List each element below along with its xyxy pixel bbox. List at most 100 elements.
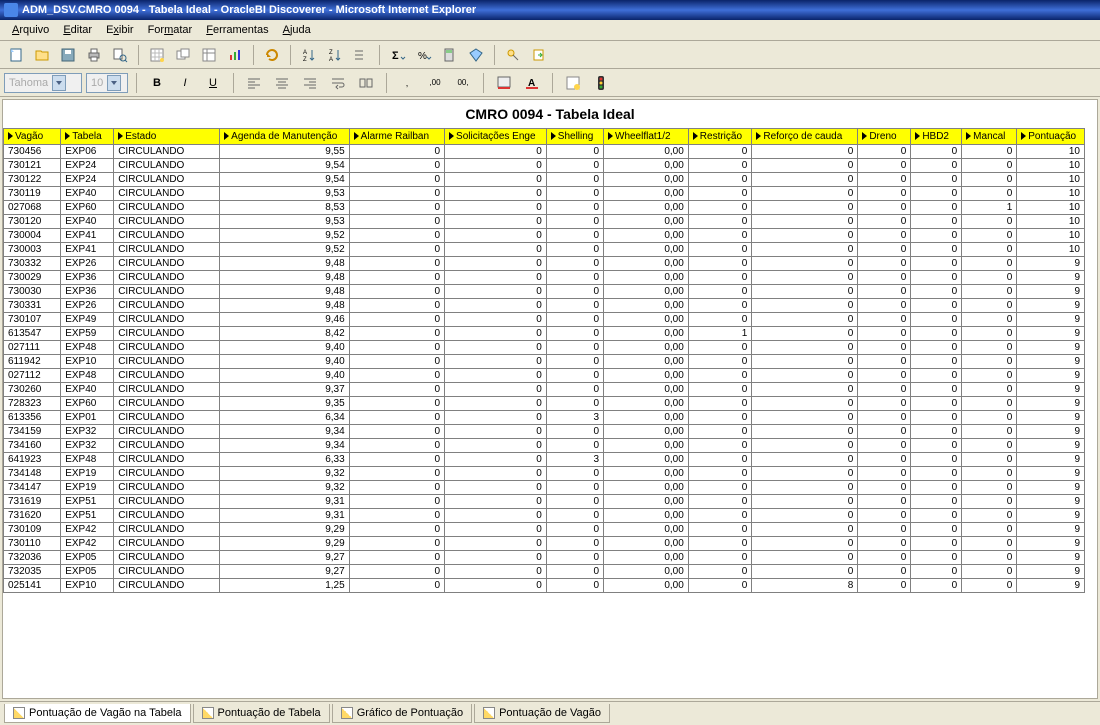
table-cell[interactable]: 0 xyxy=(962,355,1017,369)
table-cell[interactable]: 0 xyxy=(445,551,547,565)
table-cell[interactable]: 0 xyxy=(752,327,858,341)
group-sort-button[interactable] xyxy=(349,44,373,66)
calc-button[interactable] xyxy=(438,44,462,66)
table-cell[interactable]: 0 xyxy=(445,383,547,397)
table-cell[interactable]: CIRCULANDO xyxy=(114,201,220,215)
decimal-dec-button[interactable]: , xyxy=(395,72,419,94)
table-cell[interactable]: 0 xyxy=(445,285,547,299)
table-cell[interactable]: 730003 xyxy=(4,243,61,257)
table-cell[interactable]: 0 xyxy=(349,229,444,243)
table-cell[interactable]: 0 xyxy=(688,397,752,411)
table-cell[interactable]: 0 xyxy=(688,243,752,257)
table-cell[interactable]: 0 xyxy=(349,453,444,467)
table-cell[interactable]: 9,53 xyxy=(220,187,350,201)
column-header[interactable]: Dreno xyxy=(858,129,911,145)
table-cell[interactable]: 0 xyxy=(349,523,444,537)
table-cell[interactable]: 0 xyxy=(445,355,547,369)
table-cell[interactable]: 0 xyxy=(752,285,858,299)
table-row[interactable]: 731619EXP51CIRCULANDO9,310000,00000009 xyxy=(4,495,1085,509)
table-cell[interactable]: 0 xyxy=(911,327,962,341)
table-cell[interactable]: 0 xyxy=(962,425,1017,439)
table-cell[interactable]: 027112 xyxy=(4,369,61,383)
font-family-combo[interactable]: Tahoma xyxy=(4,73,82,93)
new-button[interactable] xyxy=(4,44,28,66)
table-cell[interactable]: 730332 xyxy=(4,257,61,271)
table-cell[interactable]: 0 xyxy=(752,551,858,565)
table-cell[interactable]: 0 xyxy=(546,509,603,523)
sort-desc-button[interactable]: ZA xyxy=(323,44,347,66)
table-cell[interactable]: 0 xyxy=(688,523,752,537)
table-cell[interactable]: 0 xyxy=(858,439,911,453)
table-cell[interactable]: 0 xyxy=(752,173,858,187)
table-cell[interactable]: 0 xyxy=(546,537,603,551)
table-cell[interactable]: 0 xyxy=(858,313,911,327)
table-cell[interactable]: 0 xyxy=(962,229,1017,243)
table-cell[interactable]: 0 xyxy=(752,341,858,355)
decimal-inc-button[interactable]: ,00 xyxy=(423,72,447,94)
table-cell[interactable]: 0 xyxy=(688,201,752,215)
table-cell[interactable]: 0 xyxy=(752,215,858,229)
table-cell[interactable]: 0 xyxy=(858,285,911,299)
table-cell[interactable]: 0 xyxy=(349,201,444,215)
table-cell[interactable]: 0 xyxy=(858,341,911,355)
table-cell[interactable]: 0,00 xyxy=(604,523,689,537)
table-cell[interactable]: 730456 xyxy=(4,145,61,159)
table-cell[interactable]: 0 xyxy=(858,215,911,229)
table-cell[interactable]: 10 xyxy=(1017,187,1085,201)
table-cell[interactable]: 0 xyxy=(911,369,962,383)
table-cell[interactable]: 0 xyxy=(752,537,858,551)
table-cell[interactable]: EXP10 xyxy=(61,579,114,593)
table-row[interactable]: 730119EXP40CIRCULANDO9,530000,000000010 xyxy=(4,187,1085,201)
table-cell[interactable]: 0 xyxy=(858,257,911,271)
table-cell[interactable]: 0,00 xyxy=(604,551,689,565)
table-cell[interactable]: 0 xyxy=(962,243,1017,257)
align-right-button[interactable] xyxy=(298,72,322,94)
table-cell[interactable]: 9 xyxy=(1017,257,1085,271)
table-cell[interactable]: CIRCULANDO xyxy=(114,467,220,481)
table-cell[interactable]: 0 xyxy=(962,495,1017,509)
table-cell[interactable]: 0 xyxy=(688,229,752,243)
column-header[interactable]: Shelling xyxy=(546,129,603,145)
table-cell[interactable]: 730119 xyxy=(4,187,61,201)
table-row[interactable]: 728323EXP60CIRCULANDO9,350000,00000009 xyxy=(4,397,1085,411)
table-cell[interactable]: CIRCULANDO xyxy=(114,579,220,593)
table-cell[interactable]: 9 xyxy=(1017,481,1085,495)
table-row[interactable]: 730003EXP41CIRCULANDO9,520000,000000010 xyxy=(4,243,1085,257)
column-header[interactable]: Solicitações Enge xyxy=(445,129,547,145)
table-cell[interactable]: 0 xyxy=(858,187,911,201)
refresh-button[interactable] xyxy=(260,44,284,66)
table-cell[interactable]: CIRCULANDO xyxy=(114,355,220,369)
table-cell[interactable]: 0 xyxy=(546,341,603,355)
table-cell[interactable]: CIRCULANDO xyxy=(114,145,220,159)
table-cell[interactable]: 0,00 xyxy=(604,243,689,257)
table-cell[interactable]: 0 xyxy=(349,215,444,229)
table-cell[interactable]: 0 xyxy=(752,159,858,173)
sheet-tab[interactable]: Pontuação de Tabela xyxy=(193,704,330,723)
table-cell[interactable]: 0 xyxy=(688,537,752,551)
table-cell[interactable]: 0 xyxy=(962,369,1017,383)
table-cell[interactable]: 9 xyxy=(1017,565,1085,579)
table-cell[interactable]: 0 xyxy=(752,397,858,411)
table-cell[interactable]: CIRCULANDO xyxy=(114,565,220,579)
table-cell[interactable]: 0 xyxy=(445,523,547,537)
table-cell[interactable]: 9,54 xyxy=(220,159,350,173)
table-cell[interactable]: 9,37 xyxy=(220,383,350,397)
table-cell[interactable]: 0 xyxy=(546,439,603,453)
table-cell[interactable]: 0 xyxy=(688,285,752,299)
table-cell[interactable]: 0,00 xyxy=(604,271,689,285)
table-cell[interactable]: 0 xyxy=(962,313,1017,327)
table-cell[interactable]: EXP51 xyxy=(61,509,114,523)
table-cell[interactable]: 0 xyxy=(911,313,962,327)
table-cell[interactable]: 0 xyxy=(911,551,962,565)
table-cell[interactable]: 0 xyxy=(962,257,1017,271)
column-header[interactable]: Estado xyxy=(114,129,220,145)
table-cell[interactable]: 0 xyxy=(445,299,547,313)
table-cell[interactable]: 0 xyxy=(546,173,603,187)
table-cell[interactable]: 0 xyxy=(858,243,911,257)
table-cell[interactable]: CIRCULANDO xyxy=(114,299,220,313)
table-cell[interactable]: EXP60 xyxy=(61,397,114,411)
table-cell[interactable]: 027068 xyxy=(4,201,61,215)
table-cell[interactable]: 731620 xyxy=(4,509,61,523)
table-cell[interactable]: 0 xyxy=(858,467,911,481)
table-cell[interactable]: 0 xyxy=(752,271,858,285)
